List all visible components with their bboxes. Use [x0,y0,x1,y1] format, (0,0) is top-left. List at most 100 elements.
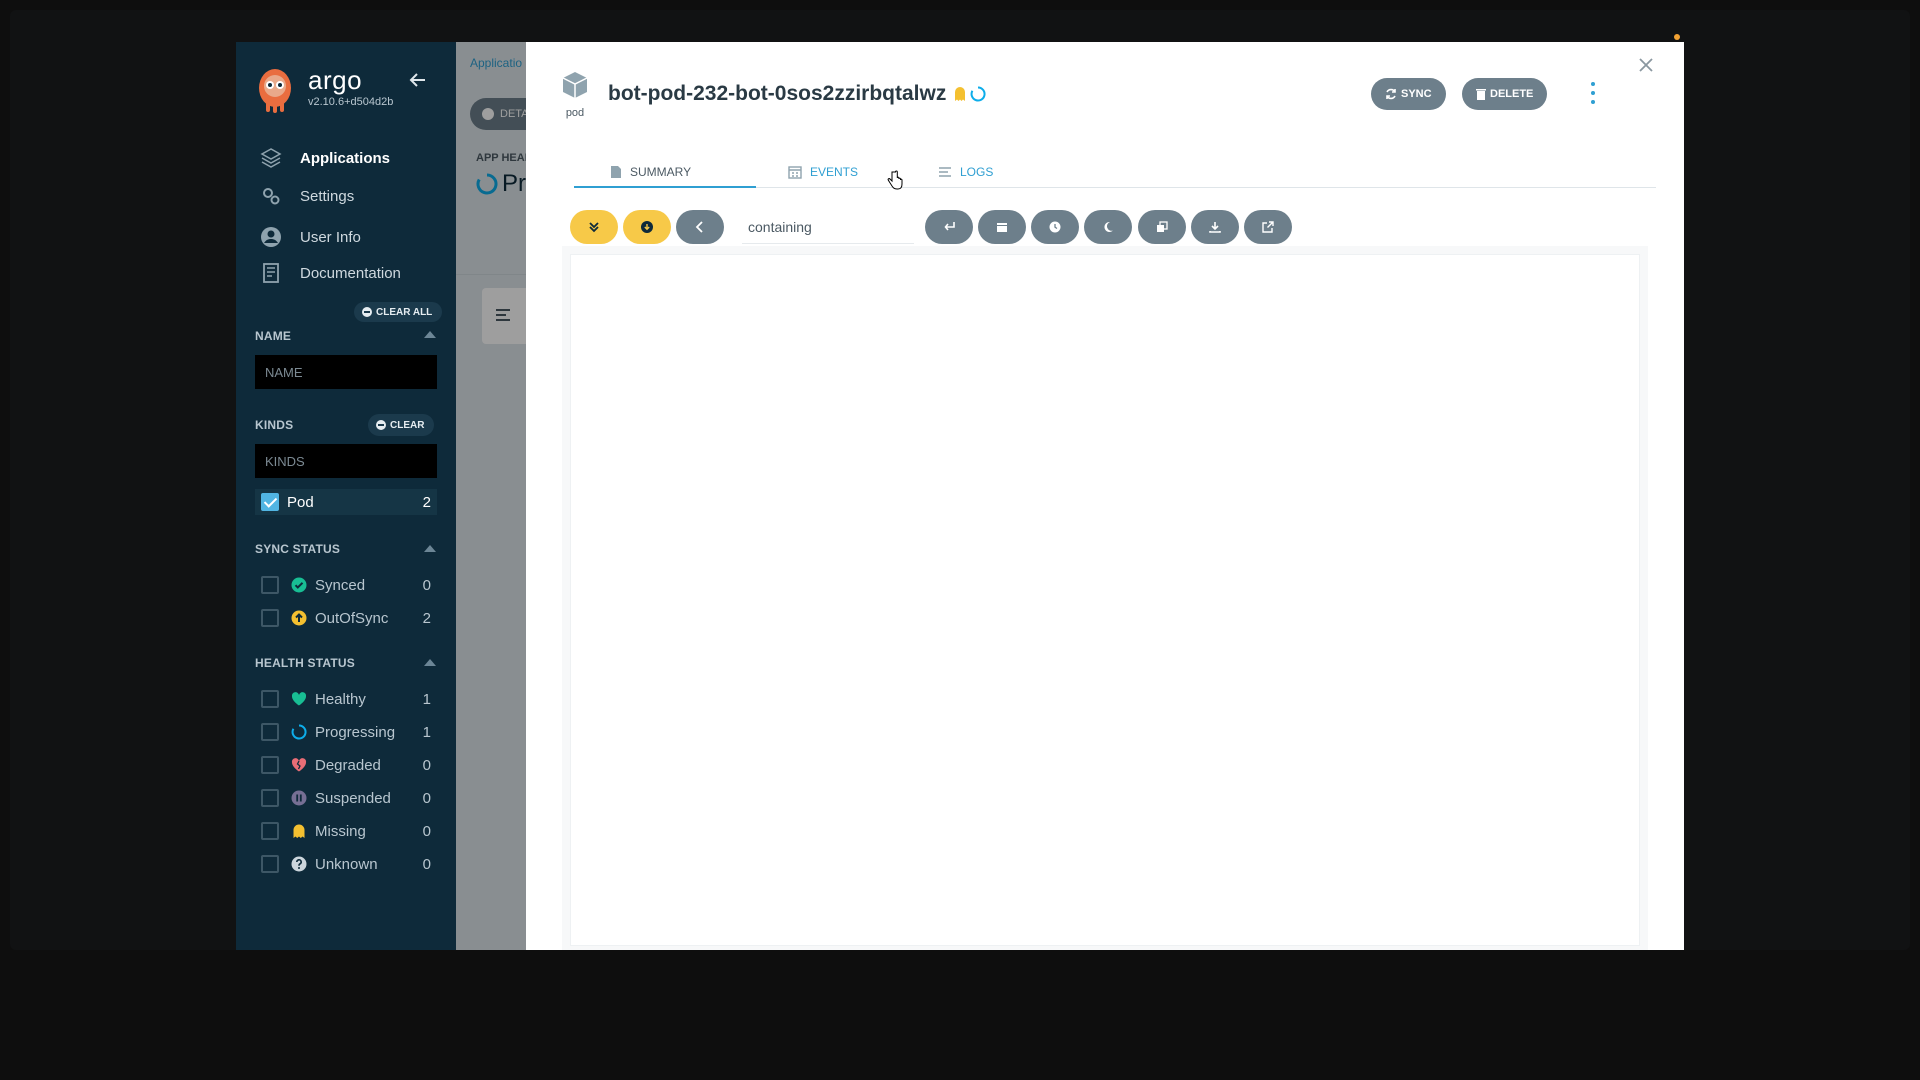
checkbox[interactable] [261,690,279,708]
checkbox[interactable] [261,723,279,741]
calendar-icon [997,223,1007,232]
close-panel-button[interactable] [1634,54,1658,78]
clear-kinds-button[interactable]: CLEAR [368,414,435,436]
health-item-label: Degraded [315,756,381,774]
show-timestamps-button[interactable] [978,210,1026,244]
delete-button[interactable]: DELETE [1462,78,1548,110]
log-filter-input[interactable] [742,210,914,244]
resource-kind-icon-block: pod [558,70,592,119]
gears-icon [263,188,280,205]
ghost-icon [955,87,966,101]
tab-summary-label: SUMMARY [630,165,692,179]
health-item-healthy[interactable]: Healthy 1 [255,686,437,712]
checkbox-checked[interactable] [261,493,279,511]
copy-icon [1157,221,1168,232]
since-time-button[interactable] [1031,210,1079,244]
external-link-icon [1262,221,1274,233]
sync-status-title: SYNC STATUS [255,542,341,556]
collapse-sidebar-button[interactable] [406,70,430,94]
more-actions-icon[interactable] [1588,82,1598,104]
trash-icon [1476,89,1486,100]
health-item-count: 1 [422,690,431,708]
nav-documentation-label: Documentation [300,264,401,282]
name-filter-input[interactable] [255,355,437,389]
tab-logs-label: LOGS [960,165,994,179]
tab-events[interactable]: EVENTS [788,156,858,188]
resource-name: bot-pod-232-bot-0sos2zzirbqtalwz [608,82,947,105]
health-item-label: Suspended [315,789,391,807]
circle-notch-icon [970,86,986,102]
previous-button[interactable] [676,210,724,244]
clear-all-filters-button[interactable]: CLEAR ALL [354,302,443,322]
health-item-progressing[interactable]: Progressing 1 [255,719,437,745]
arrow-left-icon [409,73,425,87]
nav-settings-label: Settings [300,187,355,205]
sync-item-outofsync[interactable]: OutOfSync 2 [255,605,437,631]
health-item-degraded[interactable]: Degraded 0 [255,752,437,778]
resource-tabs: SUMMARY EVENTS LOGS [574,156,1656,188]
download-button[interactable] [1191,210,1239,244]
tab-summary[interactable]: SUMMARY [610,156,691,188]
checkbox[interactable] [261,576,279,594]
collapse-name-filter-icon[interactable] [424,331,436,338]
sync-button[interactable]: SYNC [1371,78,1446,110]
tab-events-label: EVENTS [810,165,859,179]
nav-documentation[interactable]: Documentation [260,258,401,288]
health-item-count: 0 [422,756,431,774]
checkbox[interactable] [261,855,279,873]
user-circle-icon [261,227,281,247]
ghost-icon [291,823,307,839]
download-icon [1209,222,1221,233]
nav-applications[interactable]: Applications [260,143,390,173]
kind-item-label: Pod [287,493,314,511]
sync-item-count: 2 [422,609,431,627]
kind-item-pod[interactable]: Pod 2 [255,489,437,515]
collapse-sync-status-icon[interactable] [424,545,436,552]
clear-circle-icon [376,420,386,430]
sync-button-label: SYNC [1401,88,1432,100]
open-in-new-tab-button[interactable] [1244,210,1292,244]
dark-mode-button[interactable] [1084,210,1132,244]
clock-icon [1049,221,1061,233]
kinds-filter-title: KINDS [255,418,294,432]
checkbox[interactable] [261,822,279,840]
argo-app: argo v2.10.6+d504d2b Applications Settin… [236,42,1684,950]
health-item-count: 0 [422,822,431,840]
nav-user-info-label: User Info [300,228,361,246]
checkbox[interactable] [261,609,279,627]
follow-logs-button[interactable] [570,210,618,244]
clear-all-label: CLEAR ALL [376,306,433,318]
health-item-count: 0 [422,855,431,873]
sync-item-label: Synced [315,576,366,594]
kind-item-count: 2 [422,493,431,511]
chevron-left-icon [695,221,703,233]
health-item-count: 1 [422,723,431,741]
close-icon [1639,58,1653,72]
book-icon [263,263,279,283]
health-item-missing[interactable]: Missing 0 [255,818,437,844]
copy-logs-button[interactable] [1138,210,1186,244]
circle-notch-icon [291,724,307,740]
sync-item-label: OutOfSync [315,609,389,627]
health-item-label: Healthy [315,690,366,708]
health-item-suspended[interactable]: Suspended 0 [255,785,437,811]
health-item-unknown[interactable]: Unknown 0 [255,851,437,877]
tab-logs[interactable]: LOGS [938,156,993,188]
wrap-lines-button[interactable] [925,210,973,244]
kinds-filter-input[interactable] [255,444,437,478]
health-item-label: Unknown [315,855,378,873]
sync-item-synced[interactable]: Synced 0 [255,572,437,598]
nav-user-info[interactable]: User Info [260,222,361,252]
checkbox[interactable] [261,756,279,774]
collapse-health-status-icon[interactable] [424,659,436,666]
resource-details-panel: pod bot-pod-232-bot-0sos2zzirbqtalwz SYN… [526,42,1684,950]
download-logs-button[interactable] [623,210,671,244]
log-viewer[interactable] [570,254,1640,946]
argo-logo-icon [259,69,291,113]
brand-name: argo [308,65,363,95]
checkbox[interactable] [261,789,279,807]
sync-item-count: 0 [422,576,431,594]
wrap-icon [944,222,955,231]
recording-indicator [1674,34,1680,40]
nav-settings[interactable]: Settings [260,181,354,211]
